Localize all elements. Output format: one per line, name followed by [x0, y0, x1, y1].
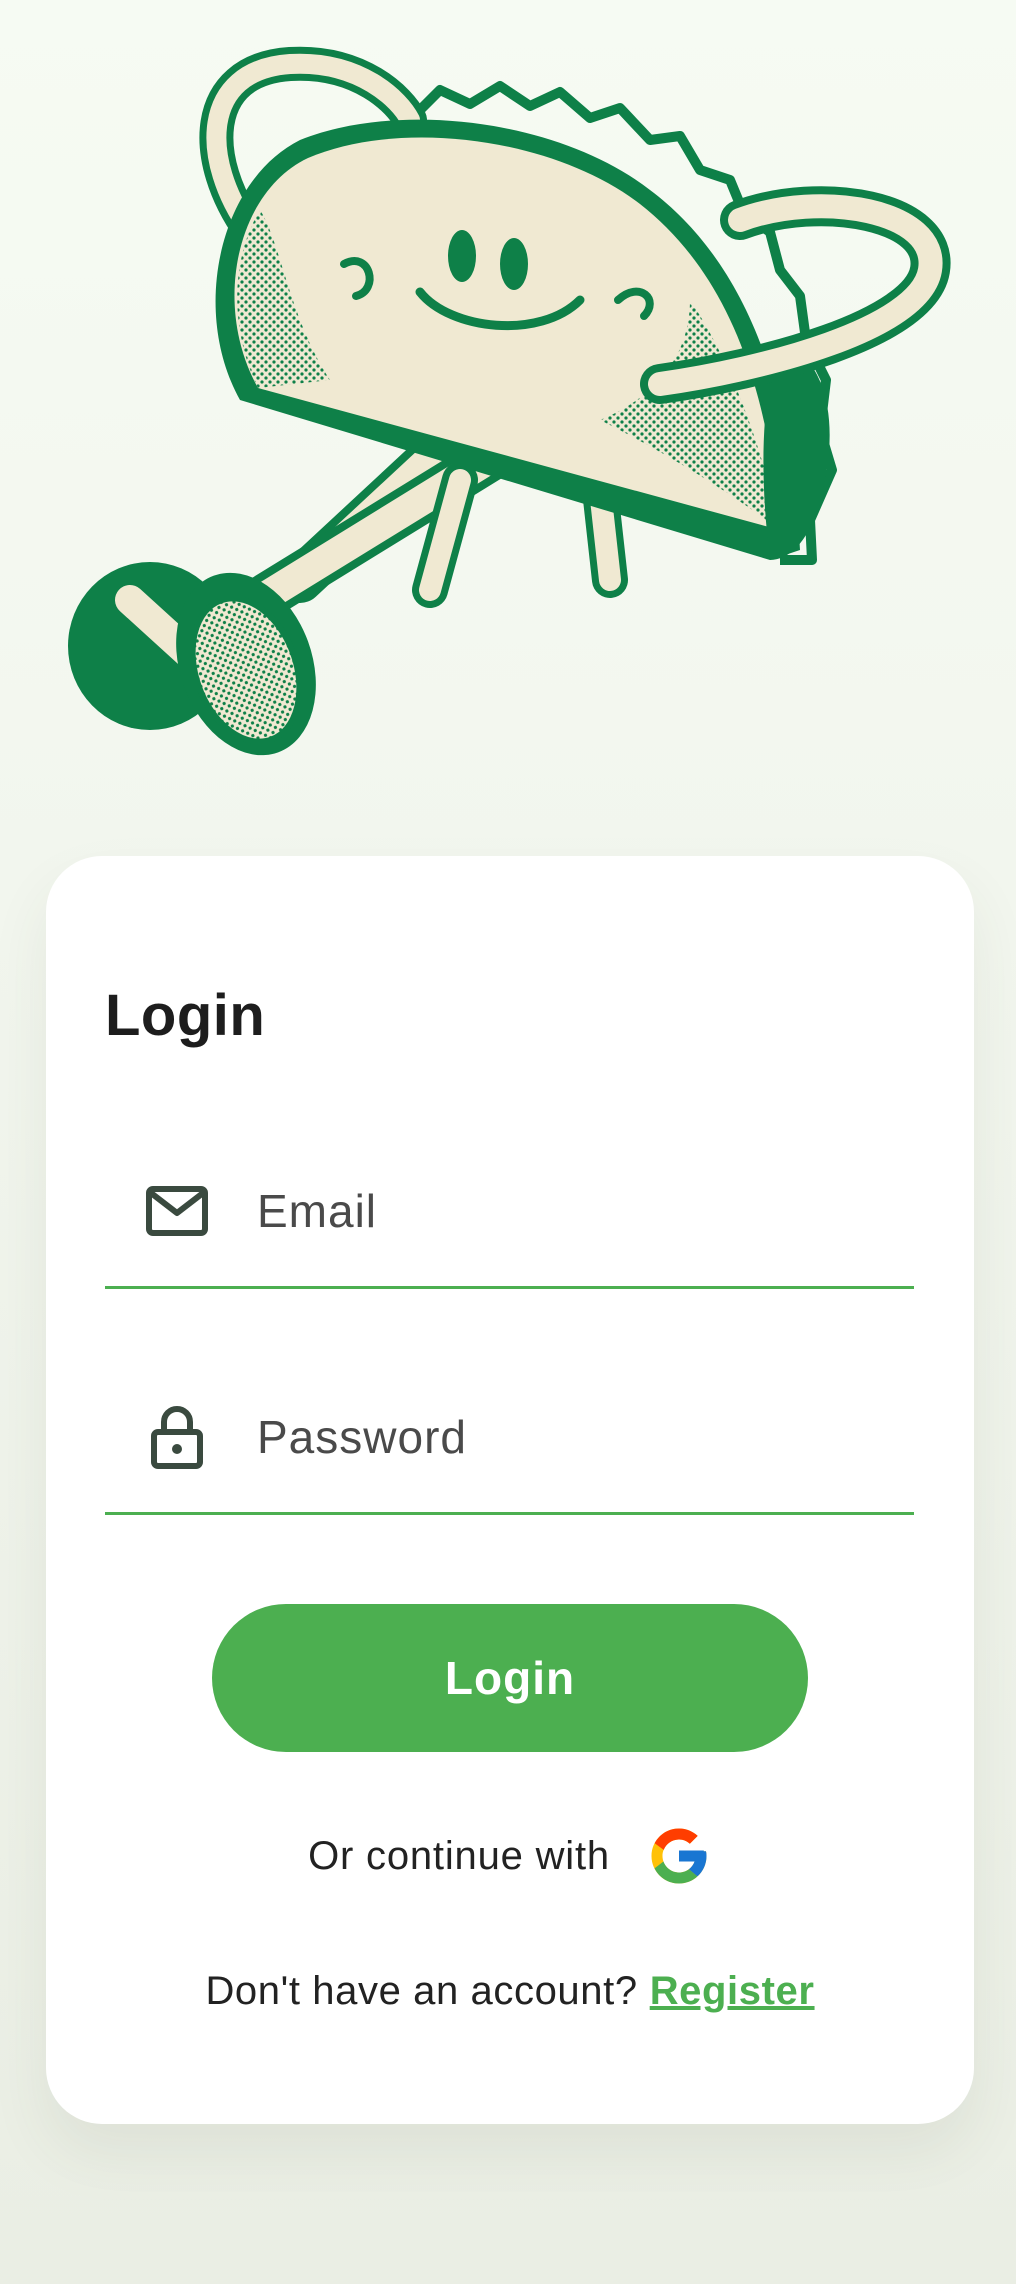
email-field[interactable] [255, 1136, 914, 1286]
email-field-container [105, 1136, 914, 1289]
continue-with-row: Or continue with [46, 1816, 974, 1896]
login-title: Login [105, 983, 266, 1048]
continue-with-text: Or continue with [308, 1833, 610, 1878]
mail-icon [145, 1179, 209, 1243]
password-field[interactable] [255, 1362, 914, 1512]
register-row: Don't have an account? Register [46, 1956, 974, 2026]
register-prompt: Don't have an account? [205, 1968, 638, 2013]
register-link[interactable]: Register [650, 1969, 815, 2014]
login-button[interactable]: Login [212, 1604, 808, 1752]
google-icon[interactable] [646, 1823, 712, 1889]
taco-mascot-illustration [0, 0, 1016, 820]
lock-icon [145, 1405, 209, 1469]
login-card: Login Login Or continue with [46, 856, 974, 2124]
password-field-container [105, 1362, 914, 1515]
